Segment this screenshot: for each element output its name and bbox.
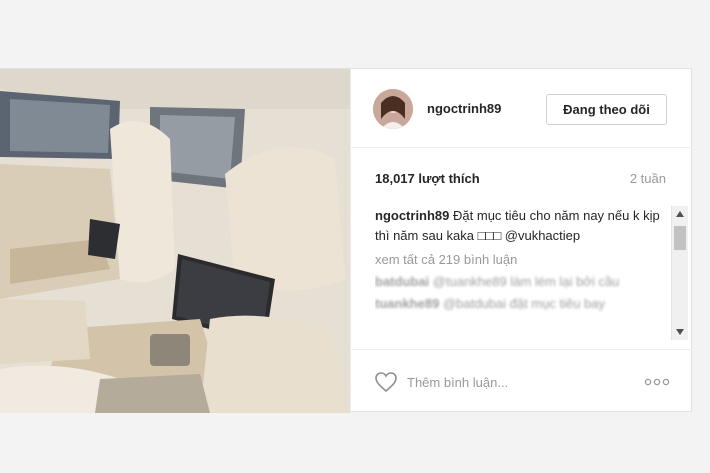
post-header: ngoctrinh89 Đang theo dõi [351, 69, 692, 148]
triangle-down-icon[interactable] [672, 324, 688, 340]
scrollbar-thumb[interactable] [674, 226, 686, 250]
list-item: batdubai @tuankhe89 làm lém lại bởi cầu [375, 272, 667, 292]
triangle-up-icon[interactable] [672, 206, 688, 222]
caption: ngoctrinh89 Đặt mục tiêu cho năm nay nếu… [375, 206, 667, 246]
comment-text: @batdubai đặt mục tiêu bay [442, 296, 606, 311]
post-timestamp[interactable]: 2 tuần [630, 171, 666, 186]
post-photo[interactable] [0, 69, 350, 413]
comment-username[interactable]: batdubai [375, 274, 429, 289]
ellipsis-icon[interactable] [642, 372, 672, 392]
likes-count[interactable]: 18,017 lượt thích [375, 171, 480, 186]
heart-outline-icon[interactable] [374, 371, 398, 393]
caption-username[interactable]: ngoctrinh89 [375, 208, 449, 223]
comments-list: ngoctrinh89 Đặt mục tiêu cho năm nay nếu… [375, 206, 667, 342]
view-all-comments-link[interactable]: xem tất cả 219 bình luận [375, 250, 667, 270]
username[interactable]: ngoctrinh89 [427, 101, 501, 116]
list-item: tuankhe89 @batdubai đặt mục tiêu bay [375, 294, 667, 314]
comment-text: @tuankhe89 làm lém lại bởi cầu [432, 274, 620, 289]
following-button[interactable]: Đang theo dõi [546, 94, 667, 125]
avatar[interactable] [373, 89, 413, 129]
instagram-post: ngoctrinh89 Đang theo dõi 18,017 lượt th… [0, 68, 692, 413]
add-comment-input[interactable] [407, 369, 627, 395]
comment-username[interactable]: tuankhe89 [375, 296, 439, 311]
comments-scrollbar[interactable] [671, 206, 688, 340]
add-comment-bar [351, 349, 692, 413]
post-sidebar: ngoctrinh89 Đang theo dõi 18,017 lượt th… [350, 69, 692, 413]
